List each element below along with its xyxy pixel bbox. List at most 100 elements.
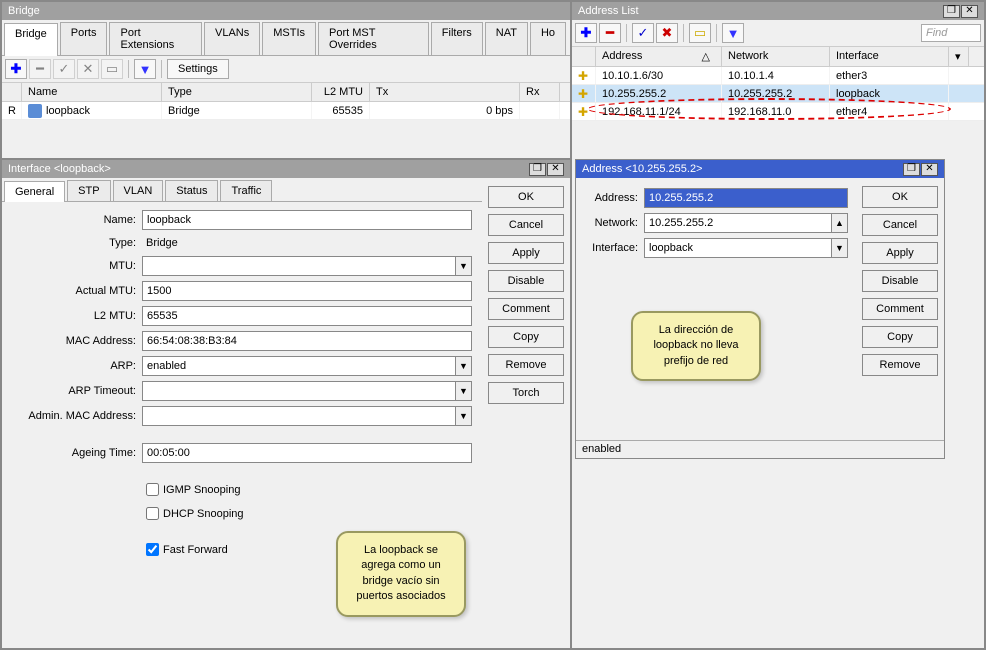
restore-button[interactable]: ❐	[943, 5, 960, 18]
ok-button[interactable]: OK	[488, 186, 564, 208]
mtu-input[interactable]	[142, 256, 456, 276]
tab-traffic[interactable]: Traffic	[220, 180, 272, 201]
name-label: Name:	[12, 214, 142, 226]
cell-l2mtu: 65535	[312, 102, 370, 119]
col-tx[interactable]: Tx	[370, 83, 520, 101]
torch-button[interactable]: Torch	[488, 382, 564, 404]
copy-button[interactable]: Copy	[488, 326, 564, 348]
comment-button[interactable]: Comment	[488, 298, 564, 320]
tab-ho[interactable]: Ho	[530, 22, 566, 55]
copy-button[interactable]: Copy	[862, 326, 938, 348]
col-rx[interactable]: Rx	[520, 83, 560, 101]
apply-button[interactable]: Apply	[862, 242, 938, 264]
find-input[interactable]: Find	[921, 24, 981, 42]
tab-filters[interactable]: Filters	[431, 22, 483, 55]
mac-input[interactable]: 66:54:08:38:B3:84	[142, 331, 472, 351]
tab-status[interactable]: Status	[165, 180, 218, 201]
tab-nat[interactable]: NAT	[485, 22, 528, 55]
ok-button[interactable]: OK	[862, 186, 938, 208]
col-flag[interactable]	[2, 83, 22, 101]
remove-button[interactable]: Remove	[862, 354, 938, 376]
col-network[interactable]: Network	[722, 47, 830, 66]
restore-icon: ❐	[533, 164, 542, 174]
name-input[interactable]: loopback	[142, 210, 472, 230]
cell-type: Bridge	[162, 102, 312, 119]
settings-button[interactable]: Settings	[167, 59, 229, 79]
filter-button[interactable]: ▼	[134, 59, 156, 79]
addrlist-toolbar: ✚ ━ ✓ ✖ ▭ ▼ Find	[572, 20, 984, 47]
tab-vlans[interactable]: VLANs	[204, 22, 260, 55]
col-l2mtu[interactable]: L2 MTU	[312, 83, 370, 101]
tab-vlan[interactable]: VLAN	[113, 180, 164, 201]
remove-button[interactable]: ━	[599, 23, 621, 43]
l2mtu-input[interactable]: 65535	[142, 306, 472, 326]
dropdown-icon[interactable]: ▼	[456, 356, 472, 376]
comment-button[interactable]: Comment	[862, 298, 938, 320]
tab-mstis[interactable]: MSTIs	[262, 22, 316, 55]
apply-button[interactable]: Apply	[488, 242, 564, 264]
arpto-input[interactable]	[142, 381, 456, 401]
col-address[interactable]: Address△	[596, 47, 722, 66]
igmp-checkbox[interactable]	[146, 483, 159, 496]
ff-checkbox[interactable]	[146, 543, 159, 556]
disable-button[interactable]: ✖	[656, 23, 678, 43]
col-name[interactable]: Name	[22, 83, 162, 101]
tab-stp[interactable]: STP	[67, 180, 110, 201]
adminmac-input[interactable]	[142, 406, 456, 426]
tab-portmst[interactable]: Port MST Overrides	[318, 22, 429, 55]
cancel-button[interactable]: Cancel	[862, 214, 938, 236]
bridge-icon	[28, 104, 42, 118]
address-input[interactable]: 10.255.255.2	[644, 188, 848, 208]
remove-button[interactable]: ━	[29, 59, 51, 79]
close-button[interactable]: ✕	[921, 163, 938, 176]
remove-button[interactable]: Remove	[488, 354, 564, 376]
disable-button[interactable]: Disable	[862, 270, 938, 292]
dhcp-checkbox[interactable]	[146, 507, 159, 520]
dropdown-icon[interactable]: ▼	[456, 256, 472, 276]
disable-button[interactable]: ✕	[77, 59, 99, 79]
up-icon[interactable]: ▲	[832, 213, 848, 233]
col-icon[interactable]	[572, 47, 596, 66]
actualmtu-label: Actual MTU:	[12, 285, 142, 297]
network-label: Network:	[584, 217, 644, 229]
dropdown-icon[interactable]: ▼	[832, 238, 848, 258]
tab-general[interactable]: General	[4, 181, 65, 202]
actualmtu-input[interactable]: 1500	[142, 281, 472, 301]
ageing-input[interactable]: 00:05:00	[142, 443, 472, 463]
minus-icon: ━	[606, 25, 614, 41]
close-button[interactable]: ✕	[547, 163, 564, 176]
comment-button[interactable]: ▭	[101, 59, 123, 79]
filter-button[interactable]: ▼	[722, 23, 744, 43]
close-button[interactable]: ✕	[961, 5, 978, 18]
cell-icon: ✚	[572, 85, 596, 102]
cancel-button[interactable]: Cancel	[488, 214, 564, 236]
separator	[716, 24, 717, 42]
restore-button[interactable]: ❐	[529, 163, 546, 176]
table-row[interactable]: R loopback Bridge 65535 0 bps	[2, 102, 570, 120]
tab-ports[interactable]: Ports	[60, 22, 108, 55]
enable-button[interactable]: ✓	[53, 59, 75, 79]
table-row[interactable]: ✚ 10.10.1.6/30 10.10.1.4 ether3	[572, 67, 984, 85]
enable-button[interactable]: ✓	[632, 23, 654, 43]
tab-portext[interactable]: Port Extensions	[109, 22, 202, 55]
arp-input[interactable]: enabled	[142, 356, 456, 376]
x-icon: ✖	[662, 25, 673, 41]
disable-button[interactable]: Disable	[488, 270, 564, 292]
col-type[interactable]: Type	[162, 83, 312, 101]
dropdown-icon[interactable]: ▼	[456, 381, 472, 401]
interface-input[interactable]: loopback	[644, 238, 832, 258]
col-menu[interactable]: ▾	[949, 47, 969, 66]
bridge-toolbar: ✚ ━ ✓ ✕ ▭ ▼ Settings	[2, 56, 570, 83]
add-button[interactable]: ✚	[5, 59, 27, 79]
add-button[interactable]: ✚	[575, 23, 597, 43]
restore-button[interactable]: ❐	[903, 163, 920, 176]
tab-bridge[interactable]: Bridge	[4, 23, 58, 56]
col-interface[interactable]: Interface	[830, 47, 949, 66]
separator	[683, 24, 684, 42]
dropdown-icon[interactable]: ▼	[456, 406, 472, 426]
minus-icon: ━	[36, 61, 44, 77]
bridge-grid-header: Name Type L2 MTU Tx Rx	[2, 83, 570, 102]
network-input[interactable]: 10.255.255.2	[644, 213, 832, 233]
comment-button[interactable]: ▭	[689, 23, 711, 43]
mac-label: MAC Address:	[12, 335, 142, 347]
